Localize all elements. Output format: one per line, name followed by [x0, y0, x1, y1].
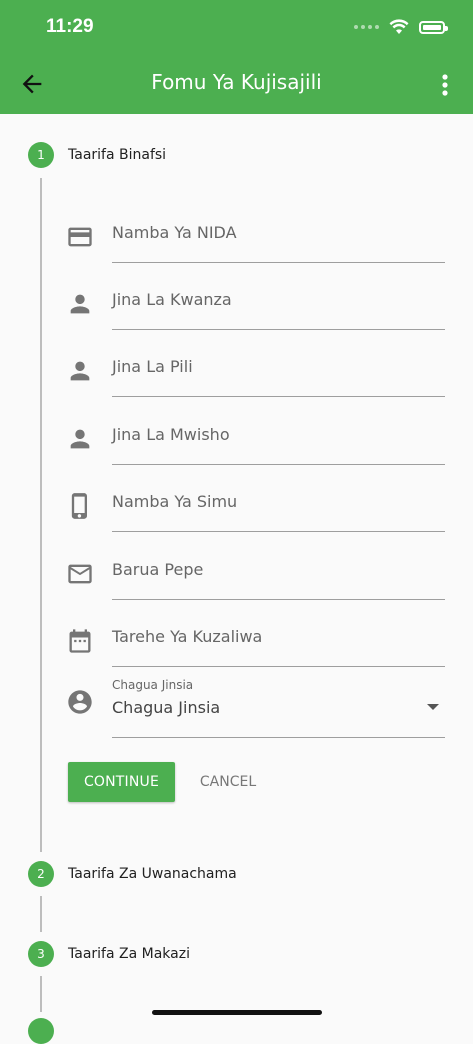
birth-date-field[interactable]: Tarehe Ya Kuzaliwa — [66, 617, 445, 667]
email-field[interactable]: Barua Pepe — [66, 550, 445, 600]
wifi-icon — [389, 19, 409, 34]
account-circle-icon — [68, 690, 92, 714]
field-placeholder: Barua Pepe — [112, 560, 204, 579]
phone-icon — [71, 493, 87, 519]
calendar-icon — [69, 629, 91, 653]
card-icon — [68, 227, 92, 247]
step-title[interactable]: Taarifa Za Makazi — [68, 946, 190, 962]
step-title[interactable]: Taarifa Za Uwanachama — [68, 866, 237, 882]
field-underline — [112, 262, 445, 263]
field-underline — [112, 599, 445, 600]
gender-select[interactable]: Chagua Jinsia Chagua Jinsia — [66, 678, 445, 738]
select-value: Chagua Jinsia — [112, 698, 221, 717]
field-placeholder: Jina La Kwanza — [112, 290, 232, 309]
first-name-field[interactable]: Jina La Kwanza — [66, 280, 445, 330]
step-circle-partial — [28, 1018, 54, 1044]
person-icon — [70, 294, 90, 314]
field-placeholder: Namba Ya NIDA — [112, 223, 237, 242]
field-placeholder: Jina La Mwisho — [112, 425, 230, 444]
step-title[interactable]: Taarifa Binafsi — [68, 147, 166, 163]
stepper-rail — [40, 896, 42, 932]
step-number[interactable]: 3 — [28, 941, 54, 967]
step-number[interactable]: 1 — [28, 142, 54, 168]
person-icon — [70, 361, 90, 381]
person-icon — [70, 429, 90, 449]
field-placeholder: Jina La Pili — [112, 357, 193, 376]
stepper-rail — [40, 178, 42, 852]
status-icons — [354, 16, 448, 38]
page-title: Fomu Ya Kujisajili — [151, 70, 322, 94]
battery-icon — [419, 20, 448, 34]
step-number[interactable]: 2 — [28, 861, 54, 887]
nida-number-field[interactable]: Namba Ya NIDA — [66, 213, 445, 263]
field-underline — [112, 329, 445, 330]
cancel-button[interactable]: CANCEL — [188, 762, 268, 802]
mail-icon — [68, 564, 92, 584]
app-bar: 11:29 Fomu Ya Kujisajili — [0, 0, 473, 114]
field-underline — [112, 531, 445, 532]
field-underline — [112, 666, 445, 667]
field-placeholder: Namba Ya Simu — [112, 492, 238, 511]
signal-icon — [354, 25, 379, 29]
last-name-field[interactable]: Jina La Mwisho — [66, 415, 445, 465]
more-vert-icon[interactable] — [435, 72, 455, 98]
field-underline — [112, 464, 445, 465]
home-indicator — [152, 1010, 322, 1015]
middle-name-field[interactable]: Jina La Pili — [66, 347, 445, 397]
continue-button[interactable]: CONTINUE — [68, 762, 175, 802]
status-time: 11:29 — [46, 16, 94, 37]
field-underline — [112, 396, 445, 397]
dropdown-arrow-icon[interactable] — [427, 704, 439, 710]
stepper-rail — [40, 976, 42, 1012]
phone-number-field[interactable]: Namba Ya Simu — [66, 482, 445, 532]
field-underline — [112, 737, 445, 738]
field-placeholder: Tarehe Ya Kuzaliwa — [112, 627, 263, 646]
select-label: Chagua Jinsia — [112, 678, 194, 692]
